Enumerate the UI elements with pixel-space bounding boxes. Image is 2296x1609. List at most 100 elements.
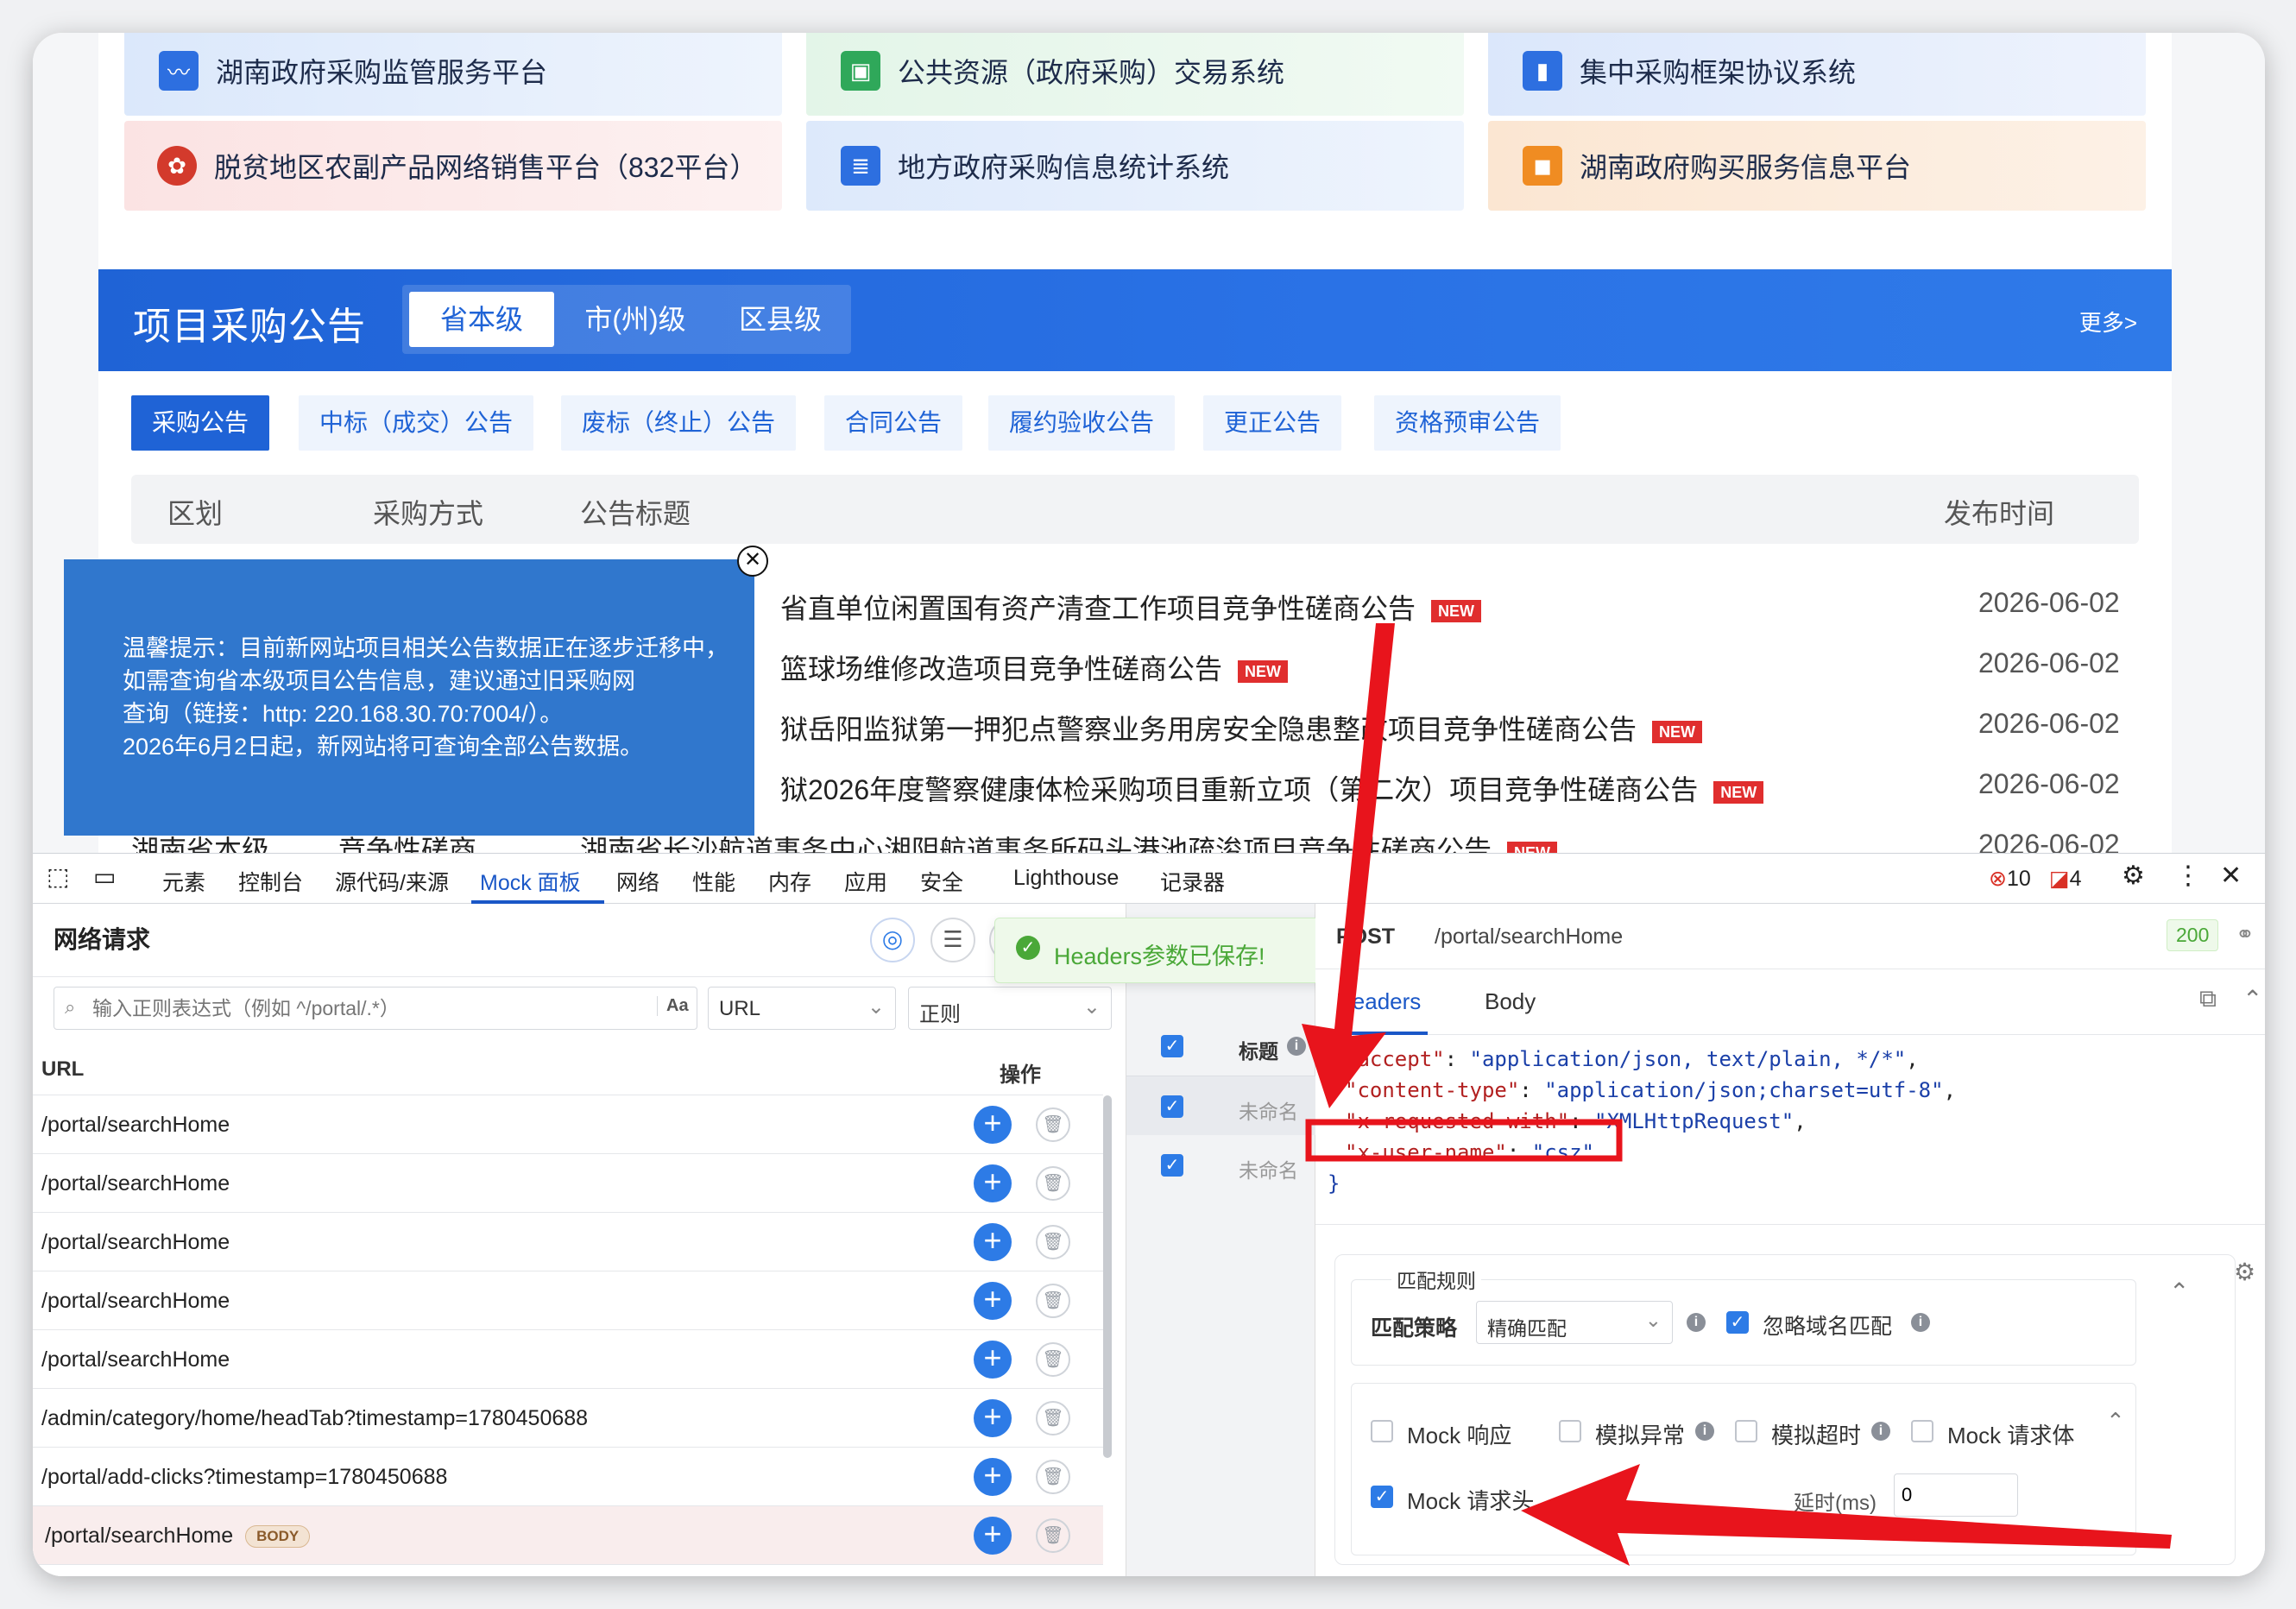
headers-editor[interactable]: "accept": "application/json, text/plain,… xyxy=(1315,1035,2265,1225)
add-mock-button[interactable]: + xyxy=(974,1458,1012,1496)
tab-performance[interactable]: 性能 xyxy=(692,866,735,897)
trash-icon[interactable]: 🗑 xyxy=(1036,1225,1070,1259)
system-card-statistics[interactable]: ≣ 地方政府采购信息统计系统 xyxy=(806,121,1464,211)
request-row-selected[interactable]: /portal/searchHome BODY + 🗑 xyxy=(33,1506,1103,1565)
trash-icon[interactable]: 🗑 xyxy=(1036,1401,1070,1435)
bookmark-icon: ▮ xyxy=(1523,51,1562,91)
regex-filter-input[interactable] xyxy=(92,994,645,1022)
request-row[interactable]: /portal/searchHome + 🗑 xyxy=(33,1095,1103,1154)
warning-count[interactable]: ◪4 xyxy=(2049,866,2082,892)
mock-options-box: Mock 响应 模拟异常 i 模拟超时 i Mock 请求体 ⌃ ✓ Mock … xyxy=(1351,1383,2136,1555)
more-link[interactable]: 更多> xyxy=(2079,306,2137,338)
strategy-label: 匹配策略 xyxy=(1371,1316,1458,1341)
mock-row-checkbox[interactable]: ✓ xyxy=(1161,1154,1183,1177)
tab-recorder[interactable]: 记录器 xyxy=(1160,866,1225,897)
devtools-toolbar: ⬚ ▭ 元素 控制台 源代码/来源 Mock 面板 网络 性能 内存 应用 安全… xyxy=(33,854,2265,904)
field-select[interactable]: URL ⌄ xyxy=(708,987,896,1030)
add-mock-button[interactable]: + xyxy=(974,1223,1012,1261)
case-sensitive-toggle[interactable]: Aa xyxy=(657,996,689,1016)
simulate-error-checkbox[interactable] xyxy=(1559,1420,1581,1442)
mock-headers-label: Mock 请求头 xyxy=(1407,1488,1535,1514)
device-toggle-icon[interactable]: ▭ xyxy=(93,862,116,891)
tab-provincial[interactable]: 省本级 xyxy=(409,292,554,347)
tab-mock-panel[interactable]: Mock 面板 xyxy=(480,866,581,897)
subtab-acceptance[interactable]: 履约验收公告 xyxy=(988,395,1176,451)
system-card-public-resource[interactable]: ▣ 公共资源（政府采购）交易系统 xyxy=(806,33,1464,116)
select-all-checkbox[interactable]: ✓ xyxy=(1161,1035,1183,1057)
request-row[interactable]: /portal/searchHome + 🗑 xyxy=(33,1154,1103,1213)
system-card-832[interactable]: ✿ 脱贫地区农副产品网络销售平台（832平台） xyxy=(124,121,782,211)
settings-gear-icon[interactable]: ⚙ xyxy=(2234,1258,2255,1286)
error-count[interactable]: ⊗10 xyxy=(1989,866,2031,892)
mock-row[interactable]: ✓ 未命名 xyxy=(1126,1076,1316,1135)
tab-elements[interactable]: 元素 xyxy=(162,866,205,897)
settings-gear-icon[interactable]: ⚙ xyxy=(2122,861,2145,891)
more-options-icon[interactable]: ⋮ xyxy=(2175,861,2201,891)
link-icon[interactable]: ⚭ xyxy=(2236,921,2255,948)
tab-lighthouse[interactable]: Lighthouse xyxy=(1013,866,1119,891)
tab-headers[interactable]: Headers xyxy=(1336,988,1421,1015)
inspect-icon[interactable]: ⬚ xyxy=(47,862,69,891)
closing-brace: } xyxy=(1328,1171,1340,1196)
strategy-select[interactable]: 精确匹配 ⌄ xyxy=(1476,1301,1673,1344)
request-row[interactable]: /portal/searchHome + 🗑 xyxy=(33,1213,1103,1271)
filter-settings-icon[interactable]: ☰ xyxy=(930,918,975,962)
mock-row[interactable]: ✓ 未命名 xyxy=(1126,1135,1316,1194)
add-mock-button[interactable]: + xyxy=(974,1517,1012,1555)
mock-response-checkbox[interactable] xyxy=(1371,1420,1393,1442)
subtab-correction[interactable]: 更正公告 xyxy=(1203,395,1342,451)
scrollbar[interactable] xyxy=(1103,1095,1112,1458)
tab-network[interactable]: 网络 xyxy=(616,866,659,897)
close-icon[interactable]: ✕ xyxy=(737,546,768,577)
request-row[interactable]: /portal/add-clicks?timestamp=1780450688 +… xyxy=(33,1448,1103,1506)
delay-input[interactable] xyxy=(1894,1473,2018,1517)
trash-icon[interactable]: 🗑 xyxy=(1036,1107,1070,1142)
simulate-timeout-checkbox[interactable] xyxy=(1735,1420,1757,1442)
mock-body-checkbox[interactable] xyxy=(1911,1420,1933,1442)
filter-input-box[interactable]: ⌕ Aa xyxy=(54,987,697,1030)
mock-headers-checkbox[interactable]: ✓ xyxy=(1371,1486,1393,1508)
tab-city[interactable]: 市(州)级 xyxy=(563,292,708,347)
subtab-termination[interactable]: 废标（终止）公告 xyxy=(561,395,797,451)
tab-body[interactable]: Body xyxy=(1485,988,1536,1015)
add-mock-button[interactable]: + xyxy=(974,1399,1012,1437)
chevron-up-icon[interactable]: ⌃ xyxy=(2106,1408,2125,1435)
tab-console[interactable]: 控制台 xyxy=(238,866,303,897)
tab-security[interactable]: 安全 xyxy=(920,866,963,897)
ignore-domain-checkbox[interactable]: ✓ xyxy=(1726,1311,1749,1334)
trash-icon[interactable]: 🗑 xyxy=(1036,1518,1070,1553)
chevron-up-icon[interactable]: ⌃ xyxy=(2242,985,2262,1013)
mode-select[interactable]: 正则 ⌄ xyxy=(908,987,1112,1030)
add-mock-button[interactable]: + xyxy=(974,1282,1012,1320)
system-card-purchase-service[interactable]: ◼ 湖南政府购买服务信息平台 xyxy=(1488,121,2146,211)
record-icon[interactable]: ◎ xyxy=(870,918,915,962)
col-region: 区划 xyxy=(167,498,224,529)
subtab-procurement[interactable]: 采购公告 xyxy=(131,395,270,451)
trash-icon[interactable]: 🗑 xyxy=(1036,1460,1070,1494)
tab-county[interactable]: 区县级 xyxy=(708,292,853,347)
system-card-framework[interactable]: ▮ 集中采购框架协议系统 xyxy=(1488,33,2146,116)
subtab-award[interactable]: 中标（成交）公告 xyxy=(299,395,534,451)
tab-memory[interactable]: 内存 xyxy=(768,866,811,897)
subtab-contract[interactable]: 合同公告 xyxy=(824,395,963,451)
system-card-supervision[interactable]: 〰 湖南政府采购监管服务平台 xyxy=(124,33,782,116)
close-devtools-icon[interactable]: ✕ xyxy=(2220,861,2242,891)
rules-box: 匹配规则 匹配策略 精确匹配 ⌄ i ✓ 忽略域名匹配 i xyxy=(1351,1265,2136,1366)
announcement-date: 2026-06-02 xyxy=(1978,647,2120,678)
add-mock-button[interactable]: + xyxy=(974,1164,1012,1202)
trash-icon[interactable]: 🗑 xyxy=(1036,1284,1070,1318)
copy-icon[interactable]: ⧉ xyxy=(2199,985,2217,1013)
add-mock-button[interactable]: + xyxy=(974,1106,1012,1144)
request-row[interactable]: /admin/category/home/headTab?timestamp=1… xyxy=(33,1389,1103,1448)
chevron-down-icon: ⌄ xyxy=(1644,1309,1662,1331)
chevron-up-icon[interactable]: ⌃ xyxy=(2169,1278,2189,1306)
trash-icon[interactable]: 🗑 xyxy=(1036,1166,1070,1201)
add-mock-button[interactable]: + xyxy=(974,1341,1012,1379)
subtab-prequalification[interactable]: 资格预审公告 xyxy=(1374,395,1561,451)
request-row[interactable]: /portal/searchHome + 🗑 xyxy=(33,1271,1103,1330)
tab-application[interactable]: 应用 xyxy=(844,866,887,897)
mock-row-checkbox[interactable]: ✓ xyxy=(1161,1095,1183,1118)
trash-icon[interactable]: 🗑 xyxy=(1036,1342,1070,1377)
request-row[interactable]: /portal/searchHome + 🗑 xyxy=(33,1330,1103,1389)
tab-sources[interactable]: 源代码/来源 xyxy=(335,866,449,897)
